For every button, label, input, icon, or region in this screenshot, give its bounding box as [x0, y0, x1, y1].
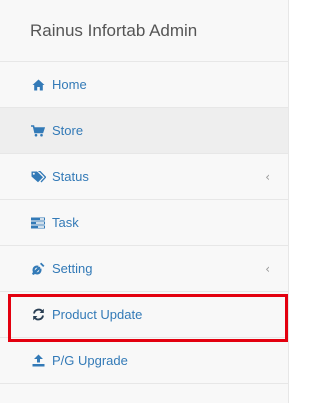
- sidebar-item-home[interactable]: Home: [0, 62, 288, 108]
- sidebar-item-pg-upgrade[interactable]: P/G Upgrade: [0, 338, 288, 384]
- app-title-text: Rainus Infortab Admin: [30, 20, 198, 40]
- sidebar-item-label: P/G Upgrade: [52, 353, 128, 368]
- sidebar-item-label: Product Update: [52, 307, 143, 322]
- tasks-icon: [30, 216, 46, 230]
- sidebar-item-label: Setting: [52, 261, 93, 276]
- sidebar-nav: Rainus Infortab Admin Home Store Status …: [0, 0, 289, 403]
- sidebar-item-label: Store: [52, 123, 84, 138]
- sidebar-item-task[interactable]: Task: [0, 200, 288, 246]
- sidebar-item-label: Home: [52, 77, 87, 92]
- chevron-left-icon[interactable]: ‹: [265, 170, 270, 184]
- sidebar-item-setting[interactable]: Setting ‹: [0, 246, 288, 292]
- sidebar-item-status[interactable]: Status ‹: [0, 154, 288, 200]
- tags-icon: [30, 170, 46, 184]
- sidebar-item-store[interactable]: Store: [0, 108, 288, 154]
- refresh-icon: [30, 308, 46, 322]
- home-icon: [30, 78, 46, 92]
- chevron-left-icon[interactable]: ‹: [265, 262, 270, 276]
- cart-icon: [30, 124, 46, 138]
- wrench-icon: [30, 262, 46, 276]
- sidebar-item-label: Task: [52, 215, 79, 230]
- upload-icon: [30, 354, 46, 368]
- sidebar-item-product-update[interactable]: Product Update: [0, 292, 288, 338]
- sidebar-item-label: Status: [52, 169, 89, 184]
- app-title[interactable]: Rainus Infortab Admin: [0, 0, 288, 62]
